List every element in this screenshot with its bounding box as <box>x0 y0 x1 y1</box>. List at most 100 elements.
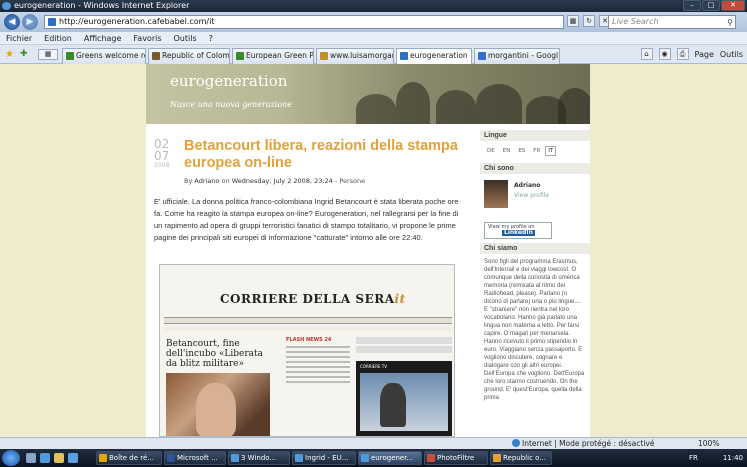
security-zone[interactable]: Internet | Mode protégé : désactivé <box>512 438 654 449</box>
tab-eurogeneration[interactable]: eurogeneration <box>396 48 472 65</box>
print-icon[interactable]: ⎙ <box>676 48 689 60</box>
folder-quicklaunch-icon[interactable] <box>54 453 64 463</box>
home-icon[interactable]: ⌂ <box>640 48 653 60</box>
feeds-icon[interactable]: ◉ <box>658 48 671 60</box>
minimize-button[interactable]: – <box>683 0 701 11</box>
menu-affichage[interactable]: Affichage <box>84 32 122 44</box>
refresh-icon[interactable]: ↻ <box>583 15 595 27</box>
task-mail[interactable]: Boîte de ré... <box>96 451 162 465</box>
tab-google-morgantini[interactable]: morgantini - Googl... <box>474 48 560 64</box>
tab-favicon <box>320 52 328 60</box>
tab-greens[interactable]: Greens welcome rel... <box>62 48 146 64</box>
linkedin-badge[interactable]: View my profile on LinkedIn <box>484 222 552 239</box>
lingue-heading: Lingue <box>480 130 590 141</box>
close-button[interactable]: ✕ <box>721 0 745 11</box>
newspaper-subnav <box>164 326 452 331</box>
maximize-button[interactable]: □ <box>702 0 720 11</box>
newspaper-photo <box>166 373 270 436</box>
page-icon <box>48 18 56 26</box>
clock[interactable]: 11:40 <box>723 454 743 462</box>
globe-icon <box>512 439 520 447</box>
chi-siamo-text: Sono figli del programma Erasmus, dell'I… <box>484 259 585 401</box>
menu-favoris[interactable]: Favoris <box>133 32 161 44</box>
task-ingrid[interactable]: Ingrid - EU... <box>292 451 356 465</box>
post-body: E' ufficiale. La donna politica franco-c… <box>154 197 459 242</box>
post-meta: By Adriano on Wednesday, July 2 2008, 23… <box>184 177 366 185</box>
post-category[interactable]: Persone <box>339 177 365 185</box>
tab-european-green[interactable]: European Green Pa... <box>232 48 314 64</box>
search-icon[interactable]: ⚲ <box>727 17 733 29</box>
tab-favicon <box>400 52 408 60</box>
search-input[interactable]: Live Search ⚲ <box>608 15 736 29</box>
page-menu[interactable]: Page <box>695 48 714 61</box>
search-placeholder: Live Search <box>612 17 659 26</box>
menu-edition[interactable]: Edition <box>44 32 72 44</box>
post-author[interactable]: Adriano <box>194 177 219 185</box>
lang-en[interactable]: EN <box>500 146 514 156</box>
post-date: 02 07 2008 <box>154 138 169 169</box>
tab-favicon <box>66 52 74 60</box>
tools-menu[interactable]: Outils <box>720 48 743 61</box>
lang-it[interactable]: IT <box>545 146 557 156</box>
back-button[interactable]: ◀ <box>4 14 20 30</box>
tab-label: Greens welcome rel... <box>76 51 145 60</box>
post-month: 07 <box>154 149 170 163</box>
zoom-level[interactable]: 100% <box>698 438 719 449</box>
chi-sono-heading: Chi sono <box>480 163 590 174</box>
task-icon <box>295 454 303 462</box>
author-profile: Adriano View profile <box>480 178 590 216</box>
ie-icon <box>2 2 11 10</box>
blog-page: eurogeneration Nasce una nuova generazio… <box>146 64 590 437</box>
menu-help[interactable]: ? <box>209 32 213 44</box>
menu-outils[interactable]: Outils <box>174 32 197 44</box>
tab-favicon <box>478 52 486 60</box>
tab-republic[interactable]: Republic of Colom... <box>148 48 230 64</box>
quick-tabs-icon[interactable]: ▦ <box>38 49 58 60</box>
task-label: 3 Windo... <box>241 454 277 462</box>
show-desktop-icon[interactable] <box>26 453 36 463</box>
favorites-star-icon[interactable]: ★ <box>5 49 14 60</box>
task-icon <box>99 454 107 462</box>
blog-subtitle: Nasce una nuova generazione <box>170 100 293 109</box>
post-title[interactable]: Betancourt libera, reazioni della stampa… <box>184 138 464 172</box>
chi-siamo-heading: Chi siamo <box>480 243 590 254</box>
task-icon <box>427 454 435 462</box>
task-eurogeneration[interactable]: eurogener... <box>358 451 422 465</box>
newspaper-flash: FLASH NEWS 24 <box>286 337 350 436</box>
menu-fichier[interactable]: Fichier <box>6 32 32 44</box>
input-language[interactable]: FR <box>689 451 698 465</box>
address-bar[interactable]: http://eurogeneration.cafebabel.com/it <box>44 15 564 29</box>
ie-quicklaunch-icon[interactable] <box>40 453 50 463</box>
task-photofiltre[interactable]: PhotoFiltre <box>424 451 488 465</box>
lang-de[interactable]: DE <box>484 146 498 156</box>
menu-bar: Fichier Edition Affichage Favoris Outils… <box>0 32 747 45</box>
newspaper-lead: Betancourt, fine dell'incubo «Liberata d… <box>166 337 274 369</box>
system-tray: FR 11:40 <box>687 451 747 465</box>
taskbar: Boîte de ré... Microsoft ... 3 Windo... … <box>0 449 747 467</box>
media-quicklaunch-icon[interactable] <box>68 453 78 463</box>
task-republic[interactable]: Republic o... <box>490 451 552 465</box>
lang-es[interactable]: ES <box>515 146 528 156</box>
newspaper-masthead: CORRIERE DELLA SERAit <box>220 292 406 306</box>
flash-label: FLASH NEWS 24 <box>286 337 332 343</box>
add-favorite-icon[interactable]: ✚ <box>20 49 28 59</box>
start-button[interactable] <box>2 450 20 466</box>
task-windows[interactable]: 3 Windo... <box>228 451 290 465</box>
compat-icon[interactable]: ▦ <box>567 15 579 27</box>
tab-favicon <box>236 52 244 60</box>
tab-luisamorganti[interactable]: www.luisamorganti... <box>316 48 394 64</box>
page-viewport: eurogeneration Nasce una nuova generazio… <box>0 64 747 437</box>
lang-fr[interactable]: FR <box>530 146 543 156</box>
tab-label: European Green Pa... <box>246 51 314 60</box>
view-profile-link[interactable]: View profile <box>514 192 549 199</box>
forward-button[interactable]: ▶ <box>22 14 38 30</box>
task-word[interactable]: Microsoft ... <box>164 451 226 465</box>
newspaper-nav <box>164 317 452 324</box>
language-list: DE EN ES FR IT <box>480 141 590 159</box>
newspaper-screenshot: CORRIERE DELLA SERAit Betancourt, fine d… <box>159 264 455 437</box>
zone-text: Internet | Mode protégé : désactivé <box>522 439 655 448</box>
masthead-suffix: it <box>394 292 406 306</box>
meta-on: on <box>221 177 230 185</box>
blog-title[interactable]: eurogeneration <box>170 72 287 90</box>
avatar[interactable] <box>484 180 508 208</box>
